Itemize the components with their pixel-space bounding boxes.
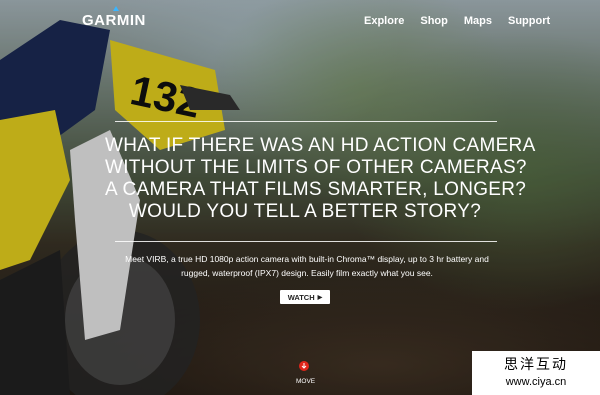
hero-headline: WHAT IF THERE WAS AN HD ACTION CAMERA WI… (105, 135, 536, 223)
arrow-down-icon (301, 363, 307, 369)
hero-description: Meet VIRB, a true HD 1080p action camera… (118, 252, 496, 280)
main-nav: Explore Shop Maps Support (364, 15, 566, 27)
garmin-logo[interactable]: GARMIN (82, 12, 146, 29)
nav-explore[interactable]: Explore (364, 15, 404, 27)
bottom-divider (115, 241, 497, 242)
watermark: 思洋互动 www.ciya.cn (472, 351, 600, 395)
move-label[interactable]: MOVE (296, 378, 315, 385)
description-line: Meet VIRB, a true HD 1080p action camera… (125, 254, 489, 264)
watermark-chinese: 思洋互动 (504, 357, 568, 373)
watch-label: WATCH (287, 292, 315, 302)
nav-support[interactable]: Support (508, 15, 550, 27)
headline-line: WHAT IF THERE WAS AN HD ACTION CAMERA (105, 135, 536, 156)
nav-shop[interactable]: Shop (420, 15, 448, 27)
headline-line: WOULD YOU TELL A BETTER STORY? (128, 201, 482, 222)
watermark-url: www.ciya.cn (505, 376, 567, 388)
move-down-icon[interactable] (299, 361, 309, 371)
watch-button[interactable]: WATCH ▶ (280, 290, 330, 304)
logo-triangle-icon (113, 6, 119, 11)
description-line: rugged, waterproof (IPX7) design. Easily… (181, 268, 433, 278)
headline-line: A CAMERA THAT FILMS SMARTER, LONGER? (105, 179, 527, 200)
top-divider (115, 121, 497, 122)
nav-maps[interactable]: Maps (464, 15, 492, 27)
play-icon: ▶ (317, 294, 323, 301)
headline-line: WITHOUT THE LIMITS OF OTHER CAMERAS? (105, 157, 527, 178)
